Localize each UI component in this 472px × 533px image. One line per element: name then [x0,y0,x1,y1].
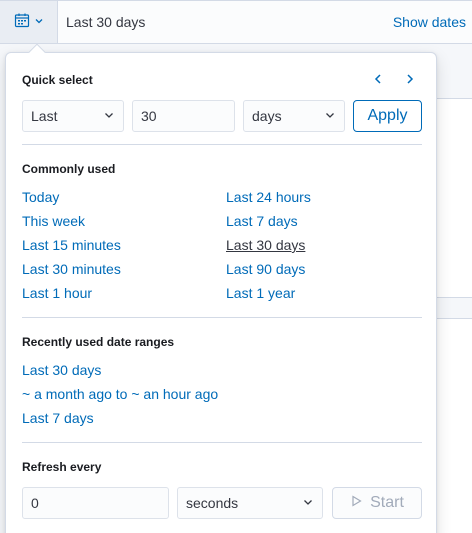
quick-select-title: Quick select [22,73,93,87]
commonly-used-last-1-year[interactable]: Last 1 year [226,285,295,301]
popover-arrow [28,43,46,61]
commonly-used-today[interactable]: Today [22,189,59,205]
play-icon [350,494,362,512]
apply-button[interactable]: Apply [353,100,422,132]
refresh-interval-value: 0 [31,495,39,511]
date-picker-bar: Last 30 days Show dates [0,0,472,44]
commonly-used-last-30-days[interactable]: Last 30 days [226,237,305,253]
chevron-down-icon [324,108,336,124]
commonly-used-this-week[interactable]: This week [22,213,85,229]
unit-select-value: days [252,108,282,124]
tense-select-value: Last [31,108,58,124]
unit-select[interactable]: days [243,100,345,132]
divider [22,317,422,318]
tense-select[interactable]: Last [22,100,124,132]
commonly-used-last-90-days[interactable]: Last 90 days [226,261,305,277]
chevron-down-icon [103,108,115,124]
refresh-unit-value: seconds [186,495,239,511]
show-dates-button[interactable]: Show dates [393,14,472,30]
refresh-interval-input[interactable]: 0 [22,487,169,519]
chevron-right-icon [404,72,416,90]
divider [22,144,422,145]
commonly-used-last-24-hours[interactable]: Last 24 hours [226,189,311,205]
chevron-left-icon [372,72,384,90]
divider [22,442,422,443]
next-button[interactable] [400,71,420,91]
commonly-used-title: Commonly used [22,162,116,176]
commonly-used-last-1-hour[interactable]: Last 1 hour [22,285,92,301]
recently-used-title: Recently used date ranges [22,335,175,349]
recently-used-item[interactable]: ~ a month ago to ~ an hour ago [22,386,218,402]
chevron-down-icon [302,495,314,511]
amount-input[interactable]: 30 [132,100,235,132]
refresh-unit-select[interactable]: seconds [177,487,323,519]
calendar-icon [14,12,30,33]
previous-button[interactable] [368,71,388,91]
start-label: Start [370,494,404,511]
recently-used-item[interactable]: Last 7 days [22,410,94,426]
quick-select-nav [368,71,420,91]
commonly-used-last-30-minutes[interactable]: Last 30 minutes [22,261,121,277]
commonly-used-last-15-minutes[interactable]: Last 15 minutes [22,237,121,253]
date-range-display[interactable]: Last 30 days [58,14,393,30]
quick-select-popover: Quick select Last 30 days Apply Commonly… [5,43,437,533]
refresh-every-title: Refresh every [22,460,102,474]
quick-select-toggle[interactable] [0,1,58,43]
chevron-down-icon [34,13,44,31]
amount-input-value: 30 [141,108,157,124]
recently-used-item[interactable]: Last 30 days [22,362,101,378]
start-refresh-button[interactable]: Start [332,487,422,519]
commonly-used-last-7-days[interactable]: Last 7 days [226,213,298,229]
